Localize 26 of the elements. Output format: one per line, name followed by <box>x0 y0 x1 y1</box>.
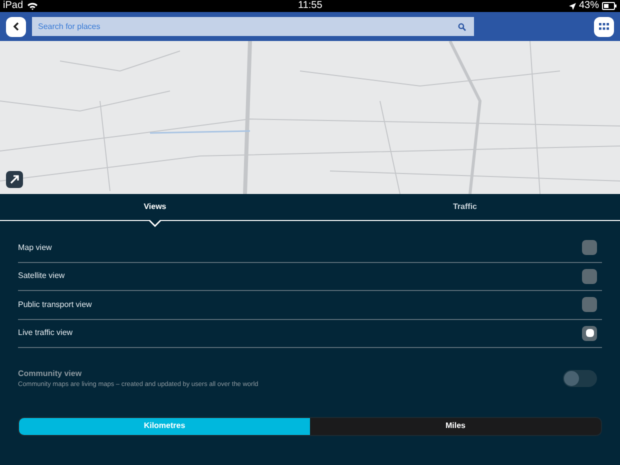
view-checkbox[interactable] <box>582 268 597 284</box>
diagonal-arrow-icon <box>10 175 19 184</box>
grid-menu-button[interactable] <box>594 16 614 36</box>
view-checkbox[interactable] <box>582 326 597 341</box>
grid-icon <box>599 23 609 30</box>
chevron-left-icon <box>13 22 19 31</box>
view-checkbox[interactable] <box>582 240 597 256</box>
view-checkbox[interactable] <box>582 297 597 312</box>
tab[interactable]: Views <box>0 194 310 220</box>
search-field[interactable]: Search for places <box>32 17 474 36</box>
battery-percent: 43% <box>578 0 599 12</box>
wifi-icon <box>27 2 38 10</box>
device-name: iPad <box>3 0 24 12</box>
search-icon <box>458 22 466 30</box>
unit-segment[interactable]: Miles <box>310 418 601 435</box>
clock: 11:55 <box>298 0 322 12</box>
expand-map-button[interactable] <box>6 171 23 188</box>
view-label: Public transport view <box>18 298 92 311</box>
battery-icon <box>602 2 617 10</box>
view-label: Satellite view <box>18 270 65 282</box>
tab[interactable]: Traffic <box>310 194 620 220</box>
view-label: Map view <box>18 242 52 254</box>
location-arrow-icon <box>568 2 576 10</box>
back-button[interactable] <box>6 16 26 36</box>
view-label: Live traffic view <box>18 327 73 340</box>
community-title: Community view <box>18 368 83 380</box>
